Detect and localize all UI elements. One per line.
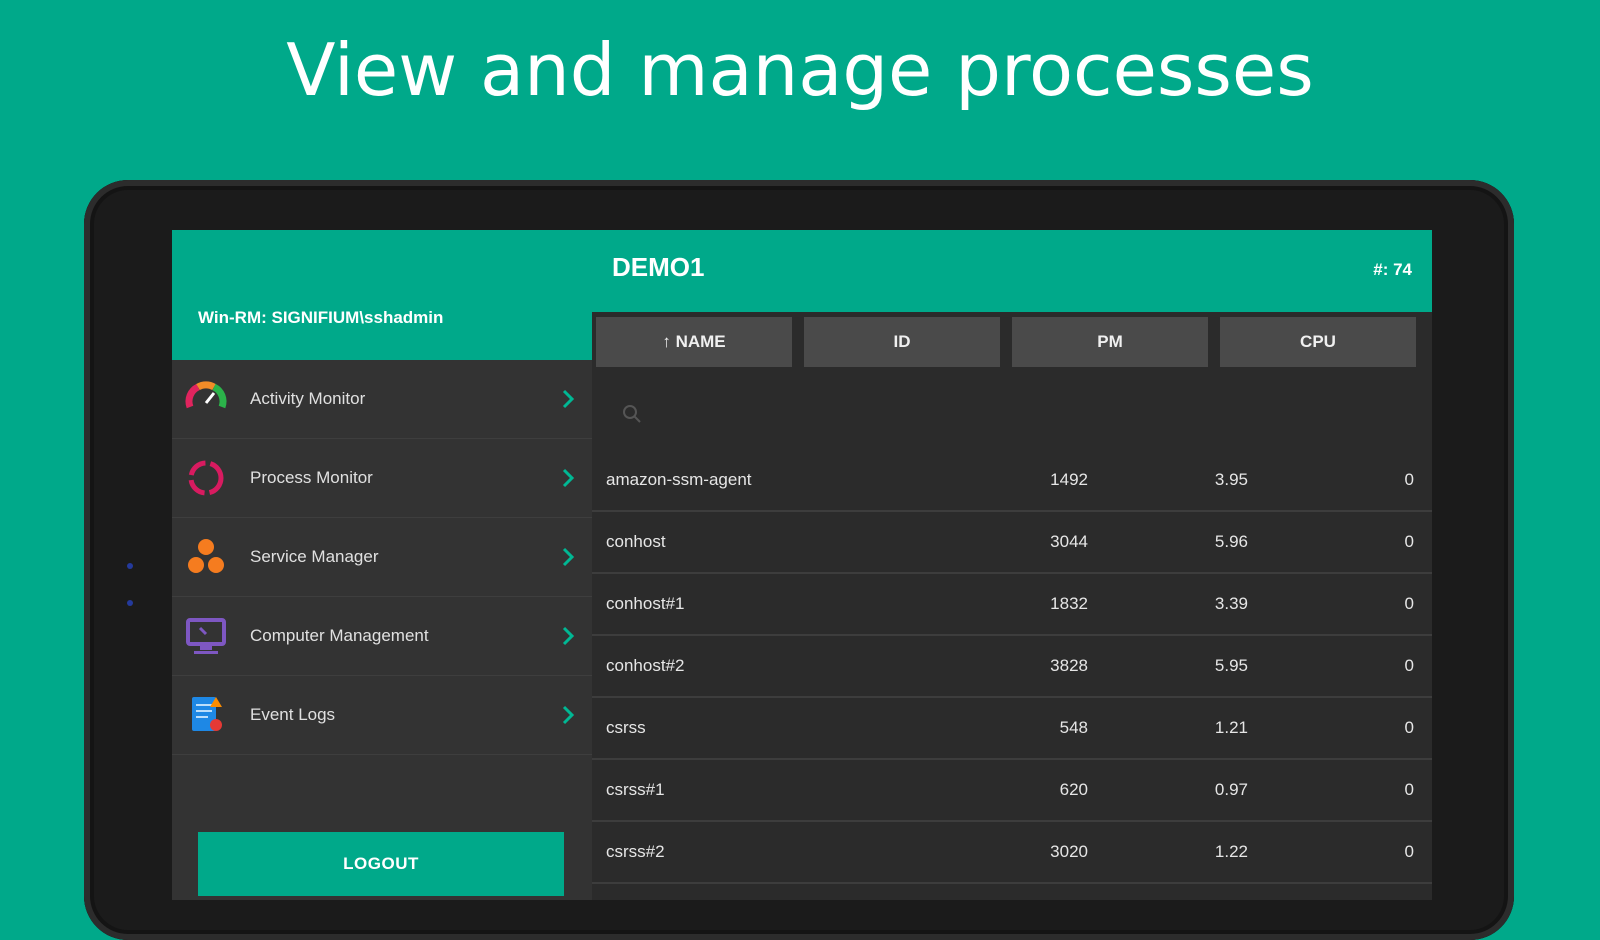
process-list: amazon-ssm-agent 1492 3.95 0 conhost 304…: [592, 450, 1432, 884]
process-id: 620: [1059, 780, 1088, 799]
menu-item-activity-monitor[interactable]: Activity Monitor: [172, 360, 592, 439]
connection-label: Win-RM: SIGNIFIUM\sshadmin: [198, 308, 444, 327]
chevron-right-icon: [562, 705, 575, 725]
refresh-cycle-icon: [184, 456, 228, 500]
process-pm: 0.97: [1214, 780, 1248, 799]
process-cpu: 0: [1404, 594, 1414, 613]
navigation-drawer: Win-RM: SIGNIFIUM\sshadmin Activity Moni…: [172, 230, 592, 900]
process-pm: 1.22: [1214, 842, 1248, 861]
process-id: 1492: [1050, 470, 1088, 489]
promo-headline: View and manage processes: [286, 28, 1314, 112]
table-row[interactable]: csrss#1 620 0.97 0: [592, 760, 1432, 822]
app-screen: Win-RM: SIGNIFIUM\sshadmin Activity Moni…: [172, 230, 1432, 900]
menu-item-label: Process Monitor: [250, 468, 373, 487]
sort-name-button[interactable]: ↑ NAME: [596, 317, 792, 367]
sort-cpu-button[interactable]: CPU: [1220, 317, 1416, 367]
process-name: amazon-ssm-agent: [606, 470, 752, 489]
process-name: conhost: [606, 532, 666, 551]
menu-item-label: Event Logs: [250, 705, 336, 724]
process-name: conhost#2: [606, 656, 685, 675]
sort-bar: ↑ NAME ID PM CPU: [592, 312, 1432, 378]
chevron-right-icon: [562, 626, 575, 646]
process-cpu: 0: [1404, 842, 1414, 861]
process-name: csrss#2: [606, 842, 665, 861]
process-pm: 3.39: [1214, 594, 1248, 613]
process-id: 3828: [1050, 656, 1088, 675]
app-bar: DEMO1 #: 74: [592, 230, 1432, 312]
process-pm: 5.96: [1214, 532, 1248, 551]
chevron-right-icon: [562, 468, 575, 488]
sort-pm-button[interactable]: PM: [1012, 317, 1208, 367]
table-row[interactable]: csrss#2 3020 1.22 0: [592, 822, 1432, 884]
table-row[interactable]: conhost#2 3828 5.95 0: [592, 636, 1432, 698]
search-input[interactable]: [636, 396, 1400, 434]
table-row[interactable]: conhost 3044 5.96 0: [592, 512, 1432, 574]
process-pm: 1.21: [1214, 718, 1248, 737]
search-row: [592, 378, 1432, 450]
menu-item-label: Service Manager: [250, 547, 379, 566]
menu-item-service-manager[interactable]: Service Manager: [172, 518, 592, 597]
drawer-header: Win-RM: SIGNIFIUM\sshadmin: [172, 230, 592, 360]
services-cluster-icon: [184, 535, 228, 579]
table-row[interactable]: csrss 548 1.21 0: [592, 698, 1432, 760]
sort-id-button[interactable]: ID: [804, 317, 1000, 367]
tablet-sensor: [127, 600, 133, 606]
chevron-right-icon: [562, 389, 575, 409]
table-row[interactable]: amazon-ssm-agent 1492 3.95 0: [592, 450, 1432, 512]
logout-button[interactable]: LOGOUT: [198, 832, 564, 896]
process-id: 3044: [1050, 532, 1088, 551]
menu-item-process-monitor[interactable]: Process Monitor: [172, 439, 592, 518]
process-panel: DEMO1 #: 74 ↑ NAME ID PM CPU amazon-ssm-…: [592, 230, 1432, 900]
process-count: #: 74: [1373, 260, 1412, 279]
menu-item-label: Computer Management: [250, 626, 429, 645]
process-cpu: 0: [1404, 532, 1414, 551]
process-name: csrss#1: [606, 780, 665, 799]
process-cpu: 0: [1404, 780, 1414, 799]
monitor-icon: [184, 614, 228, 658]
process-name: conhost#1: [606, 594, 685, 613]
gauge-icon: [184, 377, 228, 421]
menu-item-event-logs[interactable]: Event Logs: [172, 676, 592, 755]
chevron-right-icon: [562, 547, 575, 567]
process-id: 1832: [1050, 594, 1088, 613]
table-row[interactable]: conhost#1 1832 3.39 0: [592, 574, 1432, 636]
process-cpu: 0: [1404, 718, 1414, 737]
process-pm: 5.95: [1214, 656, 1248, 675]
menu-item-computer-management[interactable]: Computer Management: [172, 597, 592, 676]
process-id: 548: [1059, 718, 1088, 737]
menu-item-label: Activity Monitor: [250, 389, 366, 408]
process-cpu: 0: [1404, 656, 1414, 675]
process-id: 3020: [1050, 842, 1088, 861]
host-title: DEMO1: [612, 252, 705, 282]
log-document-icon: [184, 693, 228, 737]
tablet-sensor: [127, 563, 133, 569]
process-cpu: 0: [1404, 470, 1414, 489]
process-name: csrss: [606, 718, 646, 737]
process-pm: 3.95: [1214, 470, 1248, 489]
